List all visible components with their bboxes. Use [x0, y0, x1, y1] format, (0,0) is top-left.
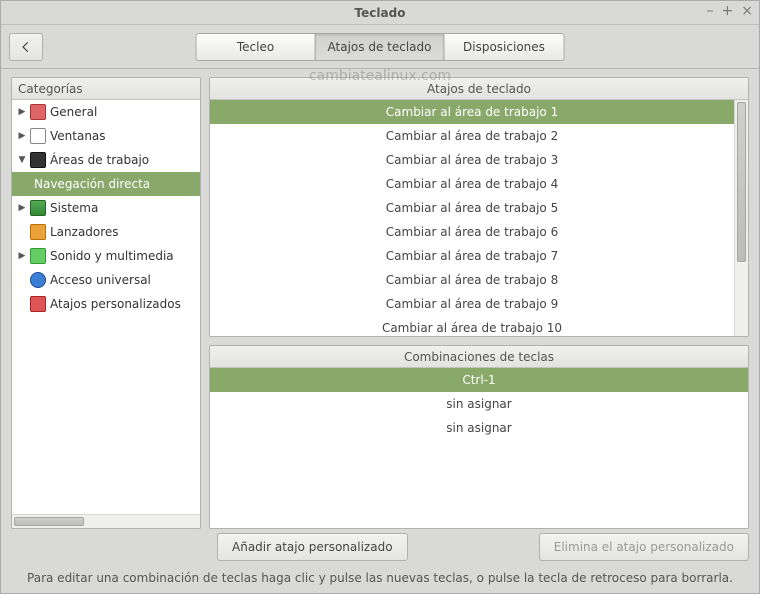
- accessibility-icon: [30, 272, 46, 288]
- category-windows[interactable]: ▶ Ventanas: [12, 124, 200, 148]
- shortcut-row[interactable]: Cambiar al área de trabajo 1: [210, 100, 734, 124]
- collapse-icon: ▼: [16, 155, 28, 165]
- sidebar-hscrollbar[interactable]: [12, 514, 200, 528]
- category-label: Lanzadores: [50, 225, 119, 239]
- button-row: Añadir atajo personalizado Elimina el at…: [1, 529, 759, 565]
- window-icon: [30, 128, 46, 144]
- workspaces-icon: [30, 152, 46, 168]
- category-launchers[interactable]: Lanzadores: [12, 220, 200, 244]
- expand-icon: ▶: [16, 107, 28, 117]
- category-workspaces[interactable]: ▼ Áreas de trabajo: [12, 148, 200, 172]
- toolbar: Tecleo Atajos de teclado Disposiciones: [1, 25, 759, 69]
- tab-layouts[interactable]: Disposiciones: [444, 33, 564, 61]
- launchers-icon: [30, 224, 46, 240]
- category-label: Sonido y multimedia: [50, 249, 174, 263]
- categories-tree[interactable]: ▶ General ▶ Ventanas ▼ Áreas de trabajo …: [12, 100, 200, 514]
- shortcut-row[interactable]: Cambiar al área de trabajo 8: [210, 268, 734, 292]
- titlebar: Teclado – + ×: [1, 1, 759, 25]
- category-label: Sistema: [50, 201, 98, 215]
- maximize-button[interactable]: +: [722, 3, 734, 19]
- shortcut-row[interactable]: Cambiar al área de trabajo 9: [210, 292, 734, 316]
- tab-shortcuts[interactable]: Atajos de teclado: [316, 33, 445, 61]
- minimize-button[interactable]: –: [707, 3, 714, 19]
- main-area: Categorías ▶ General ▶ Ventanas ▼ Áreas …: [1, 69, 759, 529]
- shortcut-row[interactable]: Cambiar al área de trabajo 6: [210, 220, 734, 244]
- window-title: Teclado: [355, 6, 406, 20]
- arrow-left-icon: [19, 40, 33, 54]
- multimedia-icon: [30, 248, 46, 264]
- category-label: General: [50, 105, 97, 119]
- category-general[interactable]: ▶ General: [12, 100, 200, 124]
- window-controls: – + ×: [707, 3, 753, 19]
- shortcut-row[interactable]: Cambiar al área de trabajo 4: [210, 172, 734, 196]
- category-label: Áreas de trabajo: [50, 153, 149, 167]
- shortcuts-vscrollbar[interactable]: [734, 100, 748, 336]
- shortcut-row[interactable]: Cambiar al área de trabajo 5: [210, 196, 734, 220]
- scroll-thumb[interactable]: [14, 517, 84, 526]
- bindings-header: Combinaciones de teclas: [210, 346, 748, 368]
- expand-icon: ▶: [16, 251, 28, 261]
- tabbar: Tecleo Atajos de teclado Disposiciones: [196, 33, 565, 61]
- bindings-list[interactable]: Ctrl-1 sin asignar sin asignar: [210, 368, 748, 528]
- categories-header: Categorías: [12, 78, 200, 100]
- hint-text: Para editar una combinación de teclas ha…: [1, 565, 759, 593]
- shortcuts-header: Atajos de teclado: [210, 78, 748, 100]
- category-label: Ventanas: [50, 129, 106, 143]
- shortcut-row[interactable]: Cambiar al área de trabajo 7: [210, 244, 734, 268]
- expand-icon: ▶: [16, 131, 28, 141]
- general-icon: [30, 104, 46, 120]
- binding-row[interactable]: sin asignar: [210, 416, 748, 440]
- shortcuts-list[interactable]: Cambiar al área de trabajo 1 Cambiar al …: [210, 100, 748, 336]
- close-button[interactable]: ×: [741, 3, 753, 19]
- scroll-thumb[interactable]: [737, 102, 746, 262]
- category-label: Navegación directa: [34, 177, 150, 191]
- shortcut-row[interactable]: Cambiar al área de trabajo 10: [210, 316, 734, 336]
- keyboard-window: Teclado – + × Tecleo Atajos de teclado D…: [0, 0, 760, 594]
- shortcuts-panel: Atajos de teclado Cambiar al área de tra…: [209, 77, 749, 337]
- categories-panel: Categorías ▶ General ▶ Ventanas ▼ Áreas …: [11, 77, 201, 529]
- category-sound-multimedia[interactable]: ▶ Sonido y multimedia: [12, 244, 200, 268]
- shortcut-row[interactable]: Cambiar al área de trabajo 3: [210, 148, 734, 172]
- custom-shortcuts-icon: [30, 296, 46, 312]
- system-icon: [30, 200, 46, 216]
- category-system[interactable]: ▶ Sistema: [12, 196, 200, 220]
- right-column: Atajos de teclado Cambiar al área de tra…: [209, 77, 749, 529]
- category-label: Atajos personalizados: [50, 297, 181, 311]
- remove-custom-shortcut-button: Elimina el atajo personalizado: [539, 533, 749, 561]
- bindings-panel: Combinaciones de teclas Ctrl-1 sin asign…: [209, 345, 749, 529]
- category-direct-navigation[interactable]: Navegación directa: [12, 172, 200, 196]
- category-label: Acceso universal: [50, 273, 151, 287]
- binding-row[interactable]: Ctrl-1: [210, 368, 748, 392]
- category-universal-access[interactable]: Acceso universal: [12, 268, 200, 292]
- category-custom-shortcuts[interactable]: Atajos personalizados: [12, 292, 200, 316]
- tab-typing[interactable]: Tecleo: [196, 33, 316, 61]
- expand-icon: ▶: [16, 203, 28, 213]
- add-custom-shortcut-button[interactable]: Añadir atajo personalizado: [217, 533, 408, 561]
- shortcut-row[interactable]: Cambiar al área de trabajo 2: [210, 124, 734, 148]
- binding-row[interactable]: sin asignar: [210, 392, 748, 416]
- back-button[interactable]: [9, 33, 43, 61]
